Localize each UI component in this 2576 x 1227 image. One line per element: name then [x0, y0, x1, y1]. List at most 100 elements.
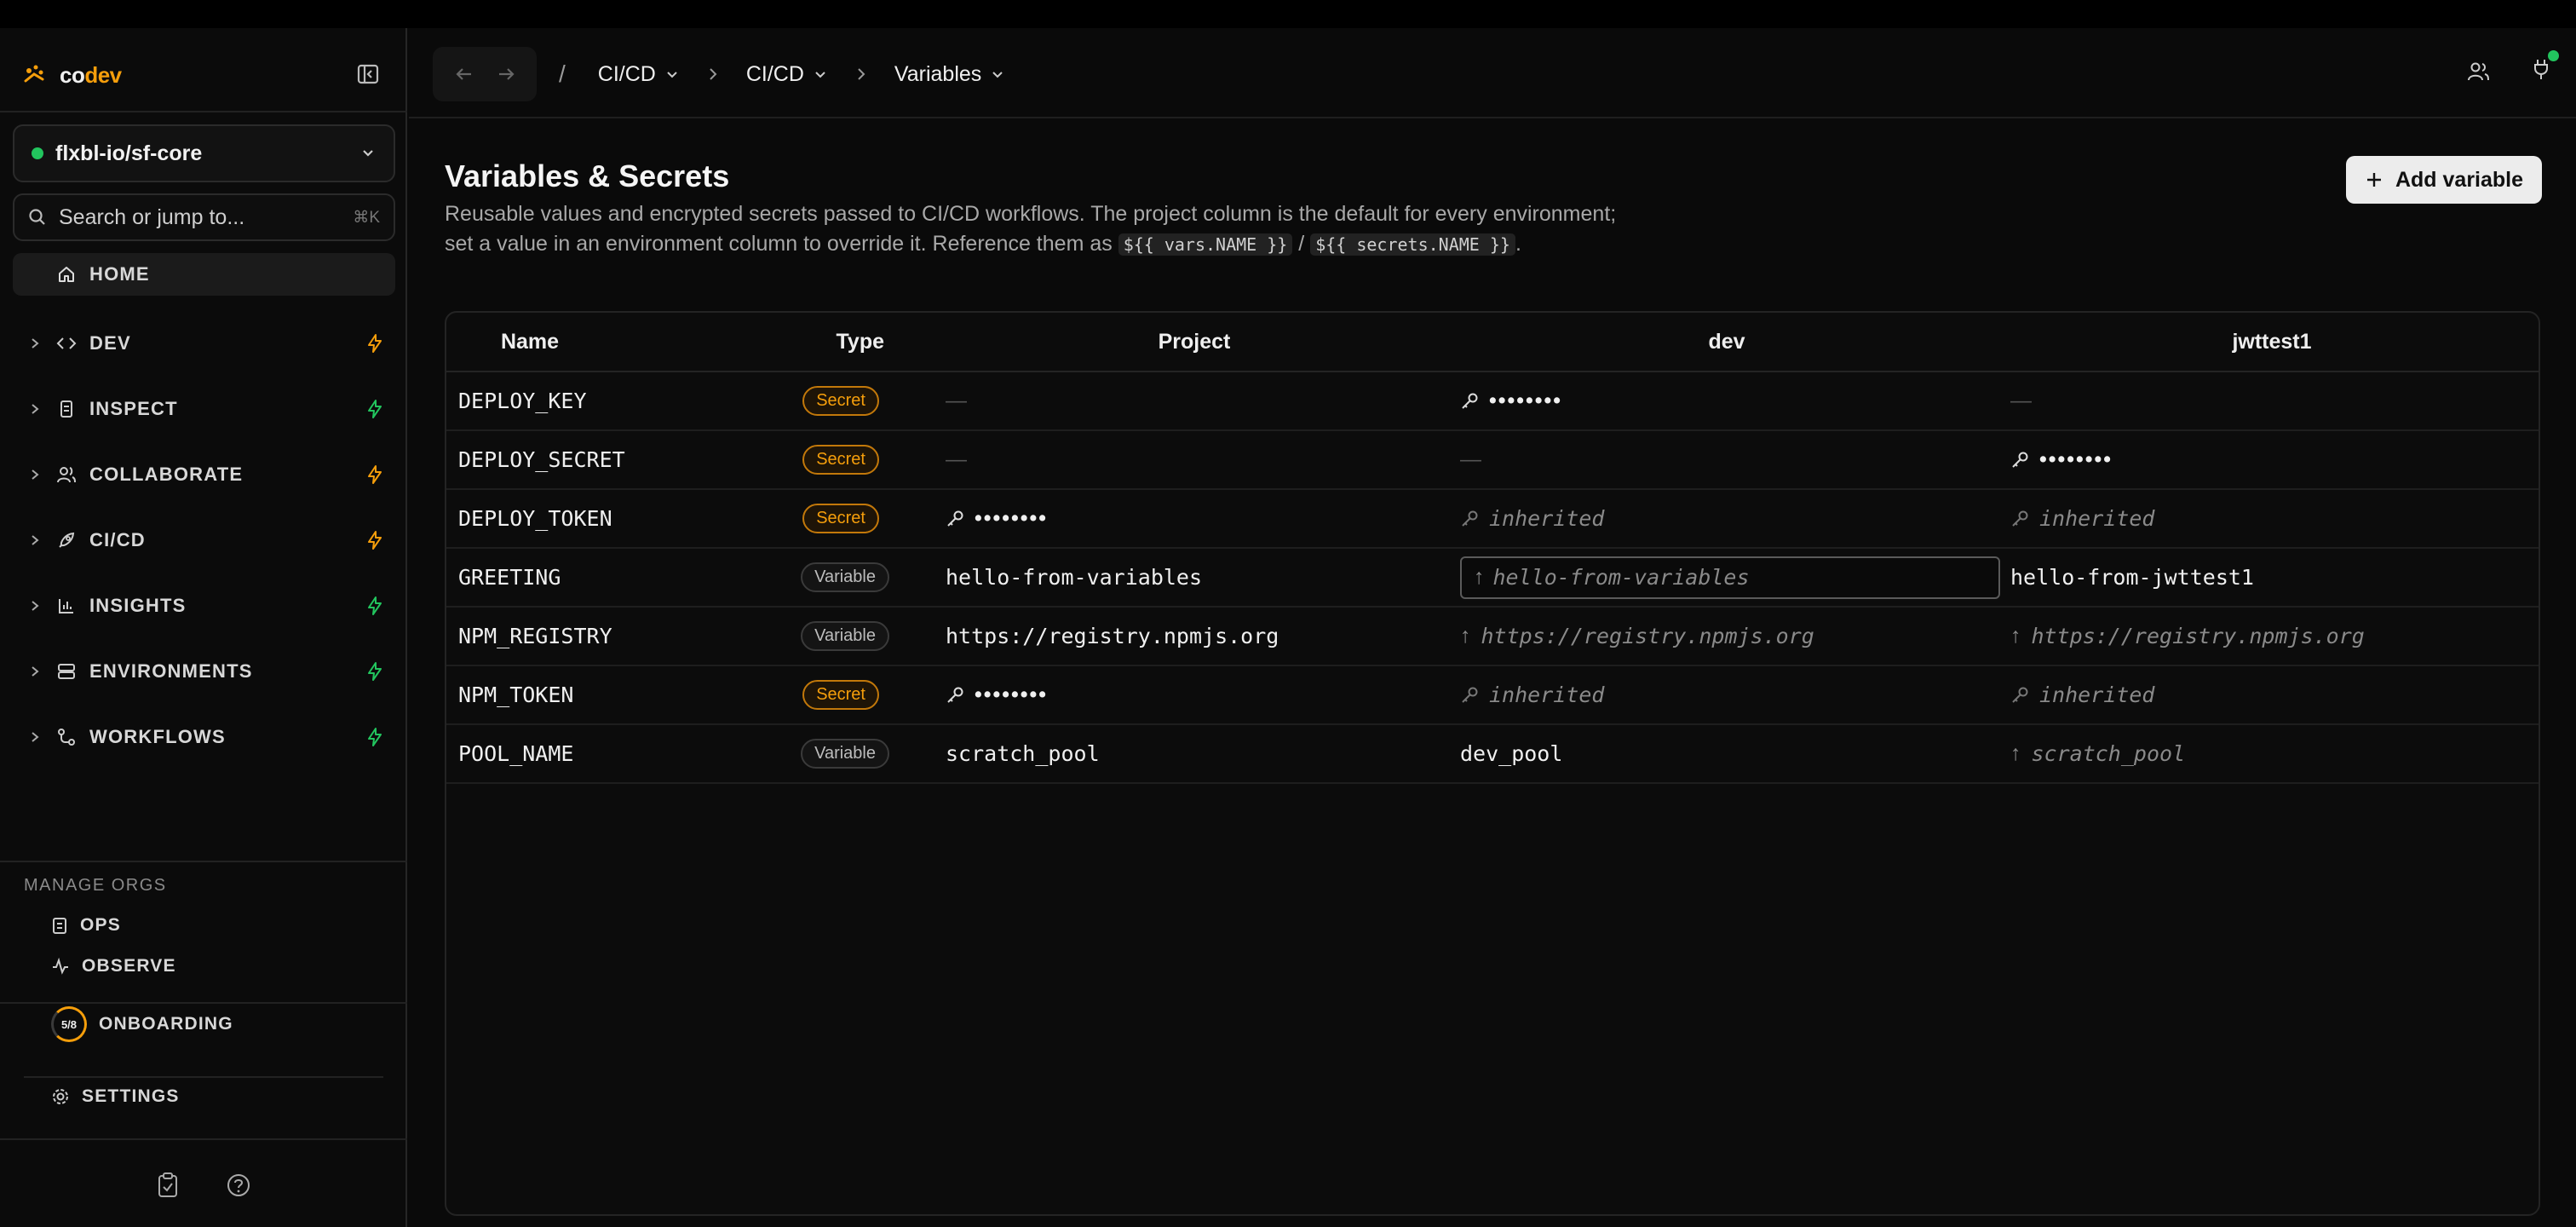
- project-name: flxbl-io/sf-core: [55, 141, 203, 165]
- column-header-dev[interactable]: dev: [1452, 313, 2002, 372]
- back-arrow-icon[interactable]: [453, 63, 475, 85]
- help-icon[interactable]: [226, 1172, 251, 1198]
- project-cell[interactable]: https://registry.npmjs.org: [937, 607, 1452, 666]
- clipboard-icon: [53, 918, 66, 934]
- sidebar-item-cicd[interactable]: CI/CD: [13, 507, 395, 573]
- table-row[interactable]: DEPLOY_KEY Secret — •••••••• —: [446, 372, 2539, 431]
- onboarding-item[interactable]: 5/8 ONBOARDING: [51, 1006, 233, 1042]
- jwttest1-cell[interactable]: inherited: [2002, 665, 2539, 725]
- type-badge: Variable: [801, 739, 889, 769]
- sidebar-item-inspect[interactable]: INSPECT: [13, 376, 395, 441]
- users-icon[interactable]: [2467, 60, 2491, 83]
- project-selector[interactable]: flxbl-io/sf-core: [13, 124, 395, 182]
- chevron-right-icon: [23, 599, 47, 613]
- code-icon: [54, 335, 79, 352]
- key-icon: [947, 687, 963, 703]
- breadcrumb-item[interactable]: Variables: [884, 55, 1015, 94]
- inherited-value: inherited: [2039, 506, 2155, 531]
- add-variable-button[interactable]: Add variable: [2346, 156, 2542, 204]
- sidebar-item-label: SETTINGS: [82, 1086, 180, 1106]
- table-row[interactable]: POOL_NAME Variable scratch_pool dev_pool…: [446, 724, 2539, 784]
- sidebar-item-collaborate[interactable]: COLLABORATE: [13, 441, 395, 507]
- jwttest1-cell[interactable]: ••••••••: [2002, 430, 2539, 490]
- bolt-icon: [368, 727, 382, 746]
- chevron-down-icon: [363, 150, 373, 157]
- page-description: Reusable values and encrypted secrets pa…: [445, 199, 1620, 260]
- search-placeholder: Search or jump to...: [59, 204, 245, 229]
- sidebar-item-insights[interactable]: INSIGHTS: [13, 573, 395, 638]
- search-input[interactable]: Search or jump to... ⌘K: [13, 193, 395, 241]
- jwttest1-cell[interactable]: inherited: [2002, 489, 2539, 549]
- onboarding-progress-ring: 5/8: [51, 1006, 87, 1042]
- dev-cell[interactable]: inherited: [1452, 665, 2002, 725]
- jwttest1-cell[interactable]: —: [2002, 372, 2539, 431]
- project-cell[interactable]: ••••••••: [937, 665, 1452, 725]
- dev-cell[interactable]: dev_pool: [1452, 724, 2002, 784]
- project-cell[interactable]: scratch_pool: [937, 724, 1452, 784]
- connection-status[interactable]: [2532, 50, 2559, 85]
- breadcrumb-item[interactable]: CI/CD: [588, 55, 690, 94]
- sidebar-nav: HOME DEV INSPECT COLLABORATE CI/CD INSIG…: [13, 253, 395, 769]
- column-header-project[interactable]: Project: [937, 313, 1452, 372]
- forward-arrow-icon[interactable]: [495, 63, 517, 85]
- brand[interactable]: codev: [22, 54, 122, 96]
- variable-name: DEPLOY_KEY: [446, 372, 613, 431]
- bolt-icon: [368, 399, 382, 418]
- project-cell[interactable]: ••••••••: [937, 489, 1452, 549]
- sidebar-item-environments[interactable]: ENVIRONMENTS: [13, 638, 395, 704]
- sidebar-item-observe[interactable]: OBSERVE: [51, 949, 176, 983]
- inherited-value: https://registry.npmjs.org: [1481, 624, 1814, 648]
- sidebar-item-label: OPS: [80, 915, 121, 935]
- column-header-jwttest1[interactable]: jwttest1: [2002, 313, 2539, 372]
- project-cell[interactable]: —: [937, 430, 1452, 490]
- variable-name: DEPLOY_SECRET: [446, 430, 625, 490]
- dev-cell[interactable]: ••••••••: [1452, 372, 2002, 431]
- sidebar-item-dev[interactable]: DEV: [13, 310, 395, 376]
- table-row[interactable]: GREETING Variable hello-from-variables ↑…: [446, 548, 2539, 608]
- table-row[interactable]: DEPLOY_TOKEN Secret •••••••• inherited i…: [446, 489, 2539, 549]
- users-icon: [54, 465, 79, 484]
- table-row[interactable]: DEPLOY_SECRET Secret — — ••••••••: [446, 430, 2539, 490]
- dev-cell[interactable]: inherited: [1452, 489, 2002, 549]
- masked-value: ••••••••: [975, 683, 1049, 706]
- divider: [0, 1138, 407, 1140]
- jwttest1-cell[interactable]: hello-from-jwttest1: [2002, 548, 2539, 608]
- table-row[interactable]: NPM_TOKEN Secret •••••••• inherited inhe…: [446, 665, 2539, 725]
- history-nav: [433, 47, 537, 101]
- table-row[interactable]: NPM_REGISTRY Variable https://registry.n…: [446, 607, 2539, 666]
- divider: [0, 111, 407, 112]
- sidebar-item-workflows[interactable]: WORKFLOWS: [13, 704, 395, 769]
- jwttest1-cell[interactable]: ↑ https://registry.npmjs.org: [2002, 607, 2539, 666]
- project-cell[interactable]: hello-from-variables: [937, 548, 1452, 608]
- sidebar-item-ops[interactable]: OPS: [51, 908, 121, 942]
- variable-name: GREETING: [446, 548, 613, 608]
- column-header-name[interactable]: Name: [446, 313, 613, 372]
- description-end: .: [1515, 232, 1521, 256]
- jwttest1-cell[interactable]: ↑ scratch_pool: [2002, 724, 2539, 784]
- activity-icon: [53, 957, 68, 975]
- dev-cell[interactable]: ↑ hello-from-variables: [1452, 548, 2002, 608]
- divider: [0, 861, 407, 862]
- key-icon: [1462, 393, 1478, 409]
- empty-value: —: [1460, 447, 1481, 471]
- project-cell[interactable]: —: [937, 372, 1452, 431]
- sidebar-toggle-icon: [357, 64, 379, 84]
- search-shortcut: ⌘K: [353, 208, 380, 227]
- inherit-arrow-icon: ↑: [2010, 741, 2021, 765]
- inspect-icon: [54, 400, 79, 418]
- breadcrumb-item[interactable]: CI/CD: [736, 55, 838, 94]
- sidebar-item-home[interactable]: HOME: [13, 253, 395, 296]
- bolt-icon: [368, 464, 382, 484]
- clipboard-check-icon[interactable]: [156, 1172, 180, 1199]
- inherited-value: inherited: [1489, 506, 1605, 531]
- plug-icon: [2534, 60, 2548, 79]
- status-dot: [32, 147, 43, 159]
- variable-name: DEPLOY_TOKEN: [446, 489, 613, 549]
- inherit-arrow-icon: ↑: [1460, 624, 1471, 648]
- column-header-type[interactable]: Type: [613, 313, 937, 372]
- collapse-sidebar-button[interactable]: [353, 59, 383, 89]
- dev-cell[interactable]: ↑ https://registry.npmjs.org: [1452, 607, 2002, 666]
- override-input[interactable]: ↑ hello-from-variables: [1460, 556, 2000, 599]
- sidebar-item-settings[interactable]: SETTINGS: [51, 1086, 180, 1107]
- dev-cell[interactable]: —: [1452, 430, 2002, 490]
